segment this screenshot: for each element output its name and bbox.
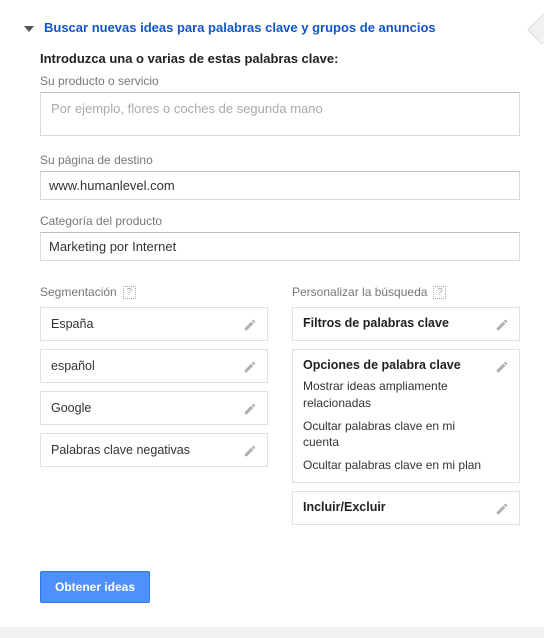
targeting-title: Segmentación <box>40 285 117 299</box>
product-field-group: Su producto o servicio <box>40 74 520 139</box>
box-title: Opciones de palabra clave <box>303 358 489 372</box>
pencil-icon <box>243 402 257 416</box>
help-icon[interactable]: ? <box>433 286 446 299</box>
pencil-icon <box>243 318 257 332</box>
targeting-title-row: Segmentación ? <box>40 285 268 299</box>
category-field-group: Categoría del producto <box>40 214 520 261</box>
customize-title-row: Personalizar la búsqueda ? <box>292 285 520 299</box>
targeting-item-label: España <box>51 317 93 331</box>
accordion-title: Buscar nuevas ideas para palabras clave … <box>44 20 436 35</box>
keyword-filters-box[interactable]: Filtros de palabras clave <box>292 307 520 341</box>
pencil-icon <box>243 444 257 458</box>
targeting-network[interactable]: Google <box>40 391 268 425</box>
category-label: Categoría del producto <box>40 214 520 228</box>
targeting-negative-keywords[interactable]: Palabras clave negativas <box>40 433 268 467</box>
help-icon[interactable]: ? <box>123 286 136 299</box>
landing-input[interactable] <box>40 171 520 200</box>
customize-column: Personalizar la búsqueda ? Filtros de pa… <box>292 285 520 533</box>
targeting-location[interactable]: España <box>40 307 268 341</box>
keyword-planner-panel: Buscar nuevas ideas para palabras clave … <box>0 0 544 627</box>
pencil-icon <box>495 360 509 374</box>
product-label: Su producto o servicio <box>40 74 520 88</box>
box-sub: Mostrar ideas ampliamente relacionadas <box>303 378 489 412</box>
pencil-icon <box>243 360 257 374</box>
category-input[interactable] <box>40 232 520 261</box>
landing-label: Su página de destino <box>40 153 520 167</box>
targeting-item-label: español <box>51 359 95 373</box>
customize-title: Personalizar la búsqueda <box>292 285 427 299</box>
targeting-item-label: Google <box>51 401 91 415</box>
product-input[interactable] <box>40 92 520 136</box>
targeting-item-label: Palabras clave negativas <box>51 443 190 457</box>
include-exclude-box[interactable]: Incluir/Excluir <box>292 491 520 525</box>
box-sub: Ocultar palabras clave en mi cuenta <box>303 418 489 452</box>
get-ideas-button[interactable]: Obtener ideas <box>40 571 150 603</box>
pencil-icon <box>495 502 509 516</box>
box-title: Filtros de palabras clave <box>303 316 489 330</box>
chevron-down-icon <box>24 26 34 32</box>
options-columns: Segmentación ? España español Google Pal… <box>40 285 520 533</box>
landing-field-group: Su página de destino <box>40 153 520 200</box>
section-heading: Introduzca una o varias de estas palabra… <box>40 51 520 66</box>
box-sub: Ocultar palabras clave en mi plan <box>303 457 489 474</box>
accordion-header[interactable]: Buscar nuevas ideas para palabras clave … <box>24 20 520 35</box>
pencil-icon <box>495 318 509 332</box>
targeting-language[interactable]: español <box>40 349 268 383</box>
box-title: Incluir/Excluir <box>303 500 489 514</box>
keyword-options-box[interactable]: Opciones de palabra clave Mostrar ideas … <box>292 349 520 483</box>
targeting-column: Segmentación ? España español Google Pal… <box>40 285 268 533</box>
callout-arrow <box>526 14 544 44</box>
